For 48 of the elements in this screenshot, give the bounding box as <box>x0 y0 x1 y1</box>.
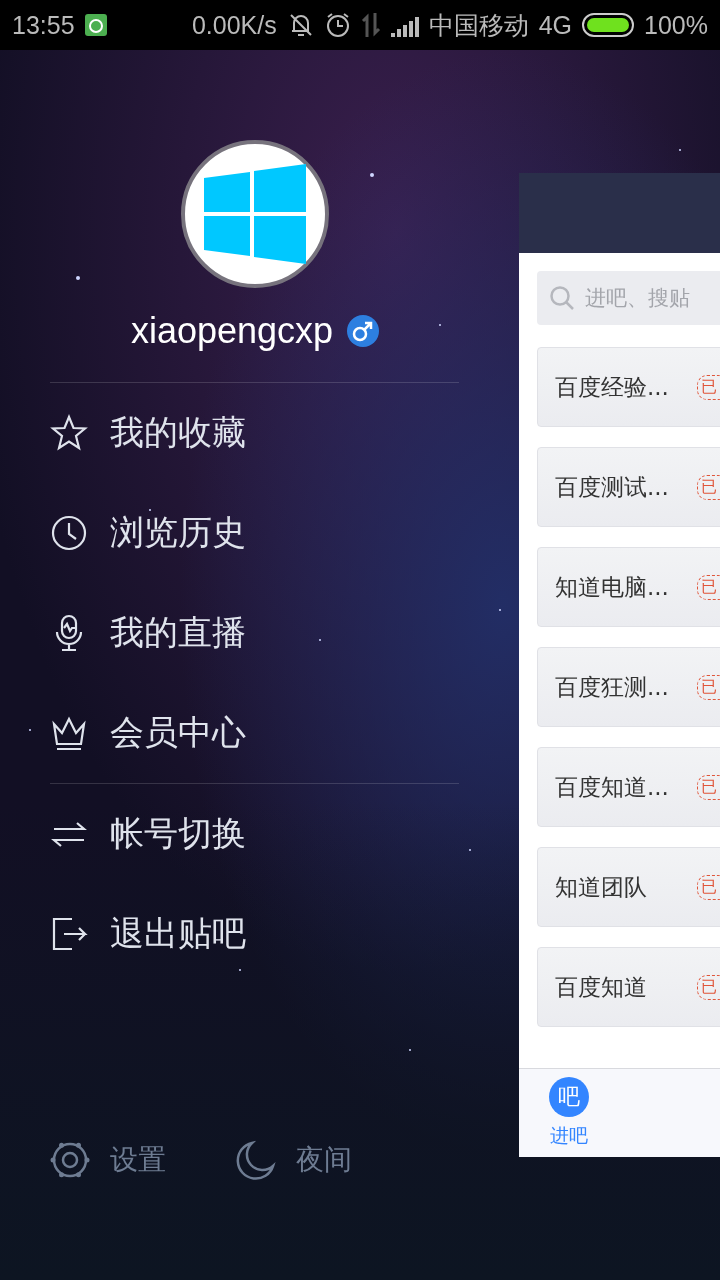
menu-item[interactable]: 我的收藏 <box>110 410 246 456</box>
moon-icon[interactable] <box>236 1140 276 1180</box>
signed-badge: 已 <box>697 674 720 700</box>
search-bar[interactable]: 进吧、搜贴 <box>537 271 720 325</box>
forum-card[interactable]: 百度测试... 已 <box>537 447 720 527</box>
signed-badge: 已 <box>697 374 720 400</box>
menu-item[interactable]: 会员中心 <box>110 710 246 756</box>
menu-item[interactable]: 我的直播 <box>110 610 246 656</box>
menu-item[interactable]: 帐号切换 <box>110 811 246 857</box>
signed-badge: 已 <box>697 574 720 600</box>
forum-name: 知道电脑... <box>555 572 670 602</box>
username: xiaopengcxp <box>130 310 334 352</box>
forum-card[interactable]: 百度经验... 已 <box>537 347 720 427</box>
search-icon <box>549 285 575 311</box>
settings-icon[interactable] <box>50 1140 90 1180</box>
night-mode-link[interactable]: 夜间 <box>296 1141 352 1179</box>
menu-item[interactable]: 退出贴吧 <box>110 911 246 957</box>
search-field[interactable]: 进吧、搜贴 <box>583 285 720 311</box>
forum-card[interactable]: 知道团队 已 <box>537 847 720 927</box>
network-speed: 0.00K/s <box>191 10 277 40</box>
star-icon <box>50 414 88 452</box>
battery-icon <box>582 13 635 37</box>
signed-badge: 已 <box>697 774 720 800</box>
forum-name: 百度经验... <box>555 372 670 402</box>
network-type: 4G <box>538 10 573 40</box>
menu-item[interactable]: 浏览历史 <box>110 510 246 556</box>
forum-name: 百度知道... <box>555 772 670 802</box>
window-logo-icon <box>204 164 306 264</box>
clock-time: 13:55 <box>12 10 75 40</box>
forum-name: 知道团队 <box>555 872 648 902</box>
signed-badge: 已 <box>697 874 720 900</box>
forum-card[interactable]: 百度知道... 已 <box>537 747 720 827</box>
exit-icon <box>50 915 88 953</box>
signed-badge: 已 <box>697 974 720 1000</box>
alarm-icon <box>324 12 351 38</box>
forum-name: 百度狂测... <box>555 672 670 702</box>
forum-card[interactable]: 知道电脑... 已 <box>537 547 720 627</box>
forum-name: 百度知道 <box>555 972 648 1002</box>
forum-card[interactable]: 百度知道 已 <box>537 947 720 1027</box>
forum-name: 百度测试... <box>555 472 670 502</box>
male-icon <box>347 315 380 347</box>
clock-icon <box>50 514 88 552</box>
settings-link[interactable]: 设置 <box>110 1141 166 1179</box>
data-arrows-icon <box>360 13 381 37</box>
signed-badge: 已 <box>697 474 720 500</box>
forum-card[interactable]: 百度狂测... 已 <box>537 647 720 727</box>
battery-percent: 100% <box>644 10 708 40</box>
carrier-name: 中国移动 <box>428 9 529 41</box>
